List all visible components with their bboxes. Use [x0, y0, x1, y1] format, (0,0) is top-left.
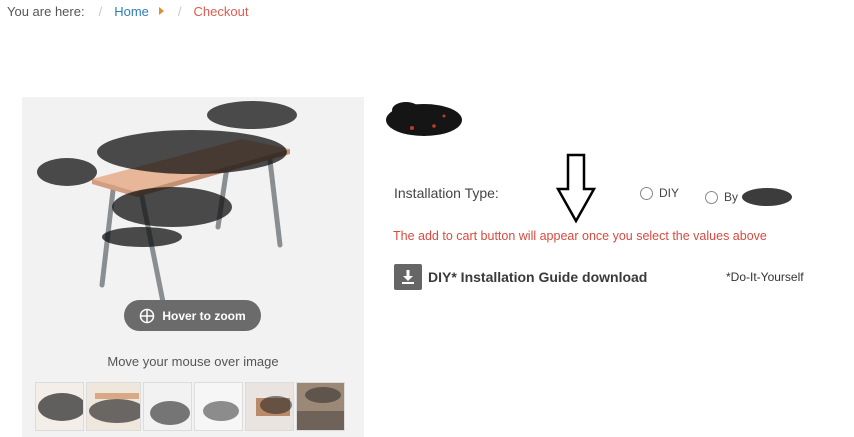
zoom-crosshair-icon [139, 308, 155, 324]
breadcrumb-arrow-icon [158, 7, 164, 15]
radio-diy-label: DIY [659, 186, 680, 200]
product-title-redacted [386, 102, 462, 136]
installation-guide-download[interactable]: DIY* Installation Guide download [394, 264, 647, 290]
installation-type-label: Installation Type: [394, 185, 499, 201]
product-page: You are here: / Home / Checkout Hover to… [0, 0, 854, 437]
download-label[interactable]: DIY* Installation Guide download [428, 269, 647, 285]
radio-diy[interactable] [640, 186, 653, 200]
radio-by-label: By [724, 190, 739, 204]
breadcrumb-separator: / [177, 3, 182, 19]
breadcrumb-current: Checkout [193, 3, 249, 19]
installation-type-row: Installation Type: DIY By [394, 184, 814, 206]
thumbnail-strip [35, 382, 346, 434]
breadcrumb-lead: You are here: [7, 3, 85, 19]
installation-option-diy[interactable]: DIY [640, 186, 679, 200]
thumbnail[interactable] [85, 382, 142, 431]
thumbnail[interactable] [194, 382, 244, 431]
breadcrumb-separator: / [98, 3, 103, 19]
gallery-hint: Move your mouse over image [107, 354, 279, 369]
thumbnail[interactable] [296, 382, 346, 431]
product-gallery: Hover to zoom Move your mouse over image [22, 97, 364, 437]
radio-by[interactable] [705, 190, 718, 204]
add-to-cart-notice: The add to cart button will appear once … [393, 229, 767, 243]
diy-footnote: *Do-It-Yourself [726, 270, 804, 284]
breadcrumb: You are here: / Home / Checkout [7, 3, 248, 19]
hover-to-zoom-label: Hover to zoom [162, 308, 246, 323]
redacted-installer-name [742, 188, 793, 206]
download-icon[interactable] [394, 264, 422, 290]
breadcrumb-home-link[interactable]: Home [114, 4, 149, 19]
installation-option-by[interactable]: By [705, 186, 793, 208]
down-arrow-annotation-icon [556, 153, 596, 224]
thumbnail[interactable] [35, 382, 84, 431]
thumbnail[interactable] [245, 382, 295, 431]
hover-to-zoom-button[interactable]: Hover to zoom [124, 300, 261, 331]
thumbnail[interactable] [143, 382, 193, 431]
